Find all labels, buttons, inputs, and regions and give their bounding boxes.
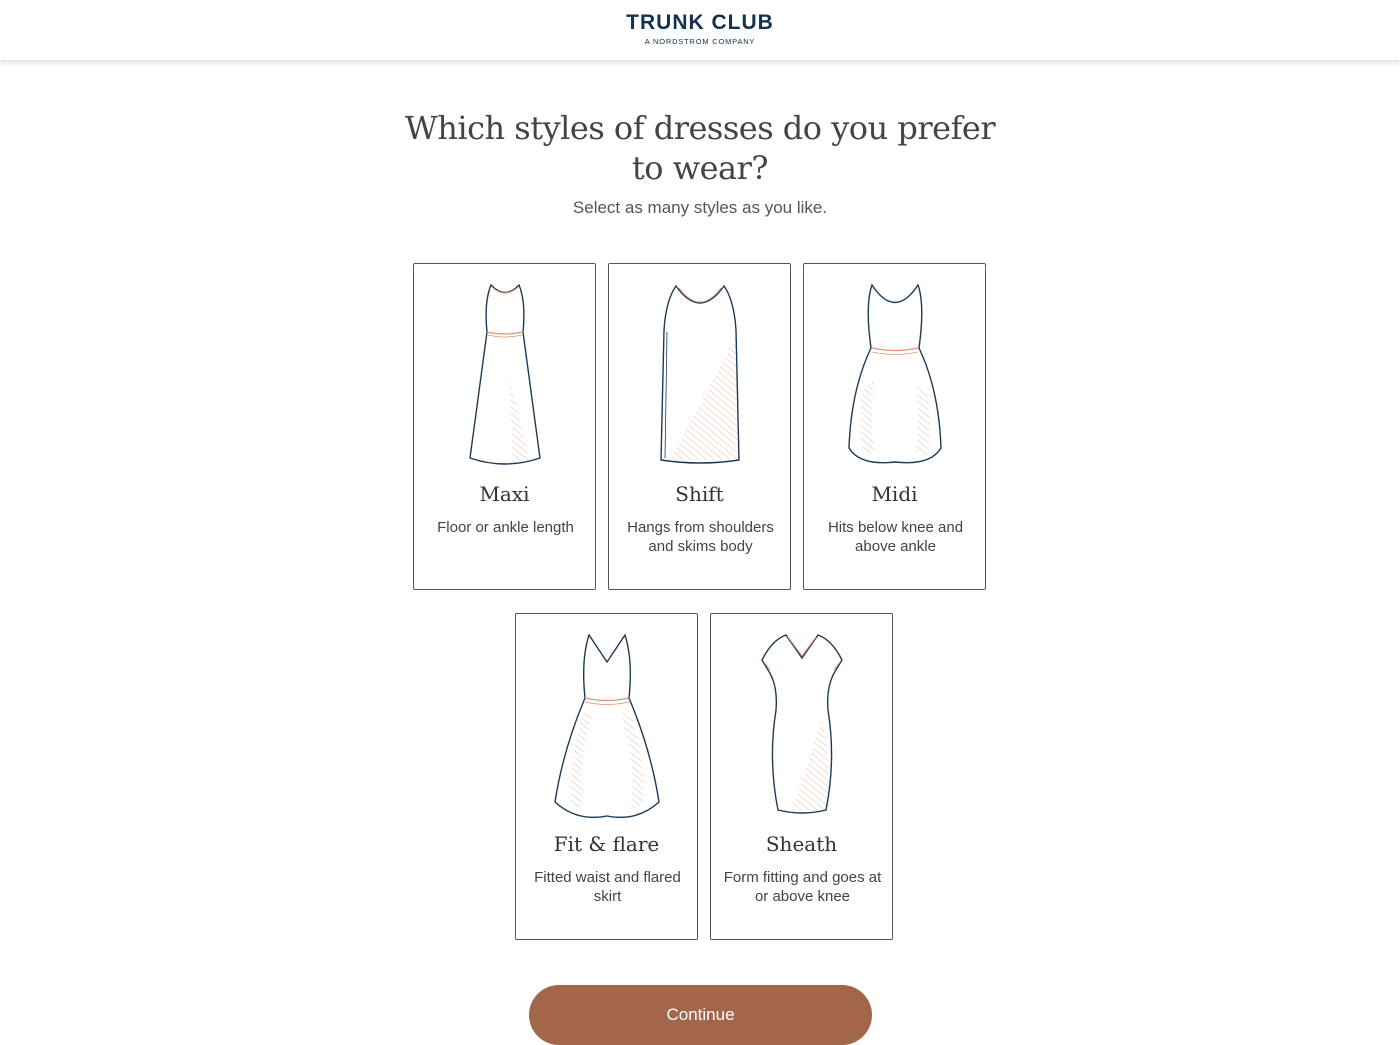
- option-description: Floor or ankle length: [437, 519, 574, 536]
- maxi-dress-icon: [469, 283, 541, 465]
- option-card-shift[interactable]: Shift Hangs from shoulders and skims bod…: [608, 263, 791, 590]
- option-description: Fitted waist and flared skirt: [534, 869, 681, 905]
- option-description: Hangs from shoulders and skims body: [627, 519, 774, 555]
- option-name: Shift: [675, 482, 724, 506]
- option-name: Fit & flare: [553, 832, 660, 856]
- option-card-maxi[interactable]: Maxi Floor or ankle length: [413, 263, 596, 590]
- option-description: Hits below knee and above ankle: [827, 519, 964, 555]
- midi-dress-icon: [848, 283, 942, 464]
- option-name: Midi: [871, 482, 918, 506]
- fit-flare-dress-icon: [554, 633, 660, 818]
- top-header: TRUNK CLUB A NORDSTROM COMPANY: [0, 0, 1400, 61]
- question-subtitle: Select as many styles as you like.: [572, 198, 828, 217]
- shift-dress-icon: [660, 284, 740, 464]
- option-card-fit-flare[interactable]: Fit & flare Fitted waist and flared skir…: [515, 613, 698, 940]
- logo-tagline: A NORDSTROM COMPANY: [644, 37, 756, 46]
- sheath-dress-icon: [761, 634, 843, 814]
- option-name: Sheath: [765, 832, 838, 856]
- option-card-midi[interactable]: Midi Hits below knee and above ankle: [803, 263, 986, 590]
- logo-wordmark: TRUNK CLUB: [626, 11, 774, 34]
- option-name: Maxi: [479, 482, 530, 506]
- option-card-sheath[interactable]: Sheath Form fitting and goes at or above…: [710, 613, 893, 940]
- continue-button[interactable]: Continue: [529, 985, 872, 1045]
- option-description: Form fitting and goes at or above knee: [723, 869, 882, 905]
- question-title: Which styles of dresses do you prefer to…: [404, 109, 996, 187]
- trunk-club-logo[interactable]: TRUNK CLUB A NORDSTROM COMPANY: [600, 11, 800, 47]
